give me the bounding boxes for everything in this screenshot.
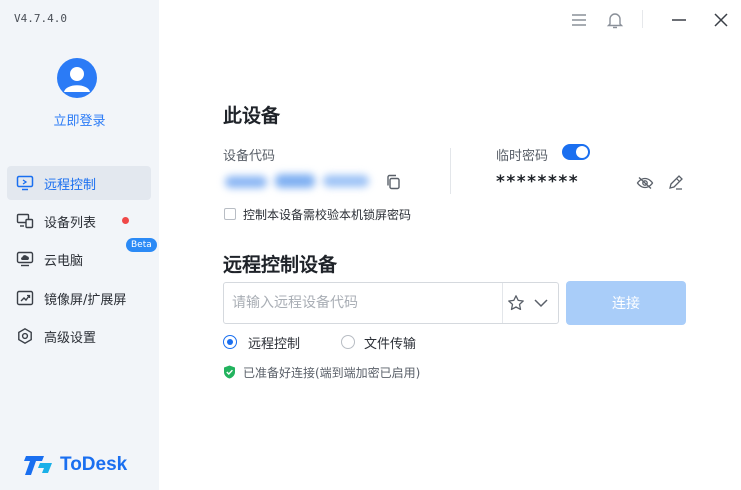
sidebar: V4.7.4.0 立即登录 远程控制 设备列表 云电脑 Beta 镜像屏/扩展屏: [0, 0, 159, 490]
input-divider: [502, 283, 503, 323]
sidebar-item-device-list[interactable]: 设备列表: [7, 204, 151, 238]
connection-status-text: 已准备好连接(端到端加密已启用): [243, 366, 421, 380]
close-icon: [714, 13, 728, 27]
minimize-button[interactable]: [669, 10, 689, 30]
login-link[interactable]: 立即登录: [0, 110, 159, 129]
section-divider: [450, 148, 451, 194]
temp-password-label: 临时密码: [496, 149, 549, 164]
avatar[interactable]: [57, 58, 97, 98]
mirror-screen-icon: [16, 289, 34, 307]
temp-password-value: ********: [496, 172, 580, 192]
sidebar-item-label: 云电脑: [44, 253, 84, 269]
connect-button[interactable]: 连接: [566, 281, 686, 325]
monitor-remote-icon: [16, 174, 34, 192]
device-code-label: 设备代码: [223, 149, 276, 164]
menu-button[interactable]: [569, 10, 589, 30]
close-button[interactable]: [711, 10, 731, 30]
show-password-button[interactable]: [636, 174, 654, 192]
sidebar-item-label: 远程控制: [44, 177, 97, 193]
remote-control-title: 远程控制设备: [223, 254, 338, 276]
brand-name: ToDesk: [60, 454, 128, 475]
temp-password-toggle[interactable]: [562, 144, 590, 160]
eye-hidden-icon: [636, 177, 654, 189]
user-avatar-icon: [64, 67, 90, 92]
notification-dot: [122, 217, 129, 224]
star-icon: [508, 295, 524, 311]
mode-file-transfer-label[interactable]: 文件传输: [364, 333, 416, 352]
gear-icon: [16, 327, 34, 345]
remote-code-field: [223, 282, 559, 324]
sidebar-item-label: 镜像屏/扩展屏: [44, 292, 127, 308]
sidebar-item-mirror-screen[interactable]: 镜像屏/扩展屏: [7, 281, 151, 315]
minimize-icon: [672, 19, 686, 21]
sidebar-item-label: 高级设置: [44, 330, 97, 346]
mode-remote-control-label[interactable]: 远程控制: [248, 333, 300, 352]
menu-icon: [572, 14, 586, 26]
shield-check-icon: [224, 365, 235, 379]
this-device-title: 此设备: [223, 105, 281, 127]
lock-screen-checkbox[interactable]: [224, 208, 236, 220]
sidebar-item-label: 设备列表: [44, 215, 97, 231]
version-label: V4.7.4.0: [14, 12, 67, 25]
cloud-pc-icon: [16, 250, 34, 268]
sidebar-item-advanced-settings[interactable]: 高级设置: [7, 319, 151, 353]
remote-code-input[interactable]: [224, 283, 494, 323]
beta-badge: Beta: [126, 238, 157, 252]
mode-file-transfer-radio[interactable]: [341, 335, 355, 349]
mode-remote-control-radio[interactable]: [223, 335, 237, 349]
history-dropdown-button[interactable]: [533, 295, 549, 311]
pencil-icon: [669, 175, 683, 190]
brand-logo: ToDesk: [24, 453, 127, 477]
edit-password-button[interactable]: [667, 174, 684, 191]
device-code-value: [223, 170, 373, 192]
chevron-down-icon: [534, 299, 548, 308]
favorite-button[interactable]: [507, 294, 525, 312]
copy-button[interactable]: [384, 173, 402, 191]
todesk-logo-icon: [24, 456, 52, 475]
bell-icon: [606, 13, 624, 29]
device-list-icon: [16, 212, 34, 230]
notifications-button[interactable]: [605, 10, 625, 30]
lock-screen-checkbox-label[interactable]: 控制本设备需校验本机锁屏密码: [243, 206, 411, 223]
titlebar-divider: [642, 10, 643, 28]
sidebar-item-remote-control[interactable]: 远程控制: [7, 166, 151, 200]
copy-icon: [387, 174, 400, 190]
